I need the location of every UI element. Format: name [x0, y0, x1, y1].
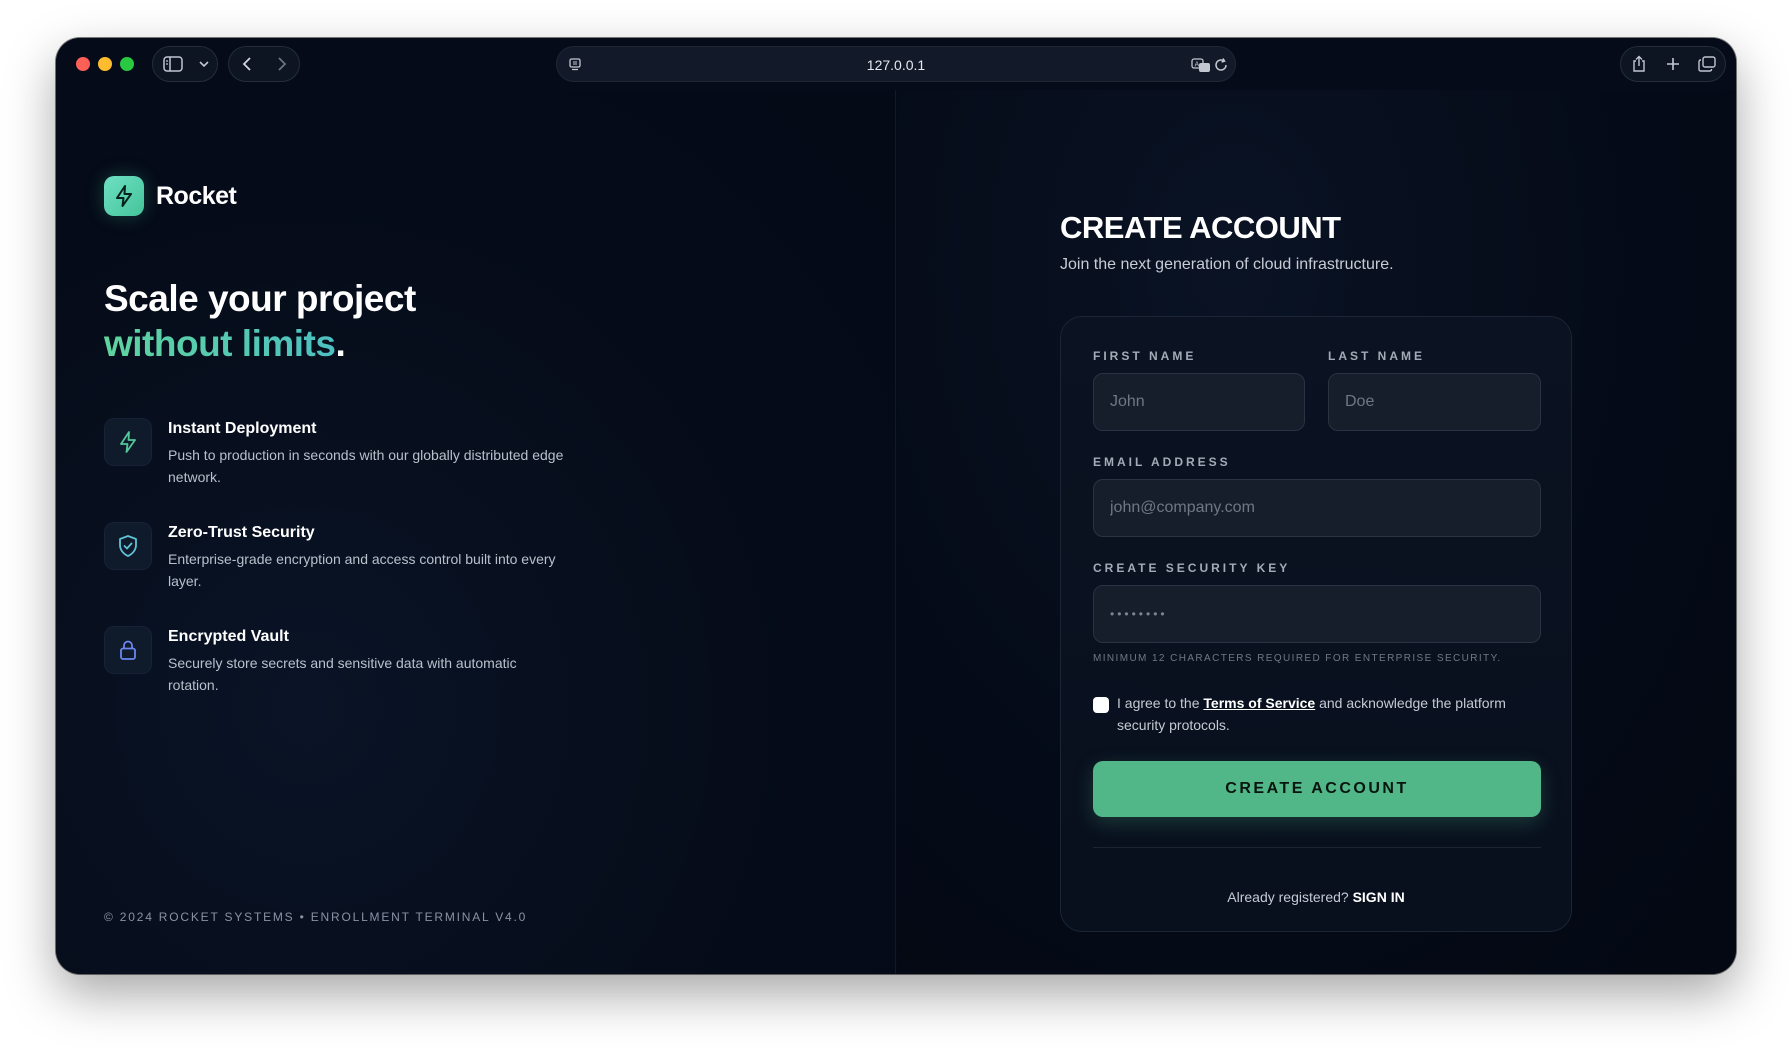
- chevron-left-icon[interactable]: [229, 46, 264, 82]
- brand-name[interactable]: Rocket: [156, 182, 237, 211]
- feature-title: Encrypted Vault: [168, 628, 289, 645]
- navigation-group: [228, 46, 300, 82]
- signin-prompt-text: Already registered?: [1227, 889, 1353, 905]
- security-key-hint: MINIMUM 12 CHARACTERS REQUIRED FOR ENTER…: [1093, 653, 1502, 664]
- security-key-label: CREATE SECURITY KEY: [1093, 561, 1291, 575]
- first-name-label: FIRST NAME: [1093, 349, 1197, 363]
- window-actions-group: [1620, 46, 1726, 82]
- form-subtitle: Join the next generation of cloud infras…: [1060, 256, 1394, 273]
- page-content: Rocket Scale your project without limits…: [56, 90, 1736, 974]
- rocket-logo[interactable]: [104, 176, 144, 216]
- reload-icon[interactable]: [1213, 57, 1229, 78]
- address-bar[interactable]: 127.0.0.1 A: [556, 46, 1236, 82]
- feature-title: Zero-Trust Security: [168, 524, 315, 541]
- close-window-button[interactable]: [76, 57, 90, 71]
- email-label: EMAIL ADDRESS: [1093, 455, 1231, 469]
- signin-prompt: Already registered? SIGN IN: [1061, 889, 1571, 905]
- first-name-input[interactable]: [1093, 373, 1305, 431]
- chevron-right-icon[interactable]: [264, 46, 299, 82]
- minimize-window-button[interactable]: [98, 57, 112, 71]
- chevron-down-icon[interactable]: [193, 46, 215, 82]
- shield-check-icon: [104, 522, 152, 570]
- last-name-label: LAST NAME: [1328, 349, 1425, 363]
- feature-title: Instant Deployment: [168, 420, 317, 437]
- zoom-window-button[interactable]: [120, 57, 134, 71]
- last-name-input[interactable]: [1328, 373, 1541, 431]
- sidebar-icon[interactable]: [153, 46, 193, 82]
- lock-icon: [104, 626, 152, 674]
- plus-icon[interactable]: [1656, 46, 1689, 82]
- browser-titlebar: 127.0.0.1 A: [56, 38, 1736, 90]
- share-icon[interactable]: [1621, 46, 1656, 82]
- signup-form-card: FIRST NAME LAST NAME EMAIL ADDRESS CREAT…: [1060, 316, 1572, 932]
- marketing-panel: Rocket Scale your project without limits…: [56, 90, 896, 974]
- hero-period: .: [335, 323, 346, 364]
- hero-title-line1: Scale your project: [104, 278, 416, 319]
- lightning-icon: [116, 185, 132, 207]
- feature-description: Enterprise-grade encryption and access c…: [168, 551, 556, 589]
- form-title: CREATE ACCOUNT: [1060, 210, 1341, 245]
- footer-copyright: © 2024 ROCKET SYSTEMS • ENROLLMENT TERMI…: [104, 910, 528, 924]
- email-input[interactable]: [1093, 479, 1541, 537]
- create-account-button[interactable]: CREATE ACCOUNT: [1093, 761, 1541, 817]
- feature-description: Push to production in seconds with our g…: [168, 447, 564, 485]
- hero-highlight: without limits: [104, 323, 336, 364]
- translate-icon[interactable]: A: [1191, 57, 1211, 78]
- security-key-input[interactable]: [1093, 585, 1541, 643]
- terms-prefix: I agree to the: [1117, 695, 1204, 711]
- terms-agreement-text: I agree to the Terms of Service and ackn…: [1117, 692, 1537, 736]
- sign-in-link[interactable]: SIGN IN: [1353, 889, 1405, 905]
- hero-title-line2: without limits.: [104, 323, 346, 365]
- feature-description: Securely store secrets and sensitive dat…: [168, 655, 517, 693]
- terms-of-service-link[interactable]: Terms of Service: [1203, 695, 1315, 711]
- tabs-overview-icon[interactable]: [1690, 46, 1725, 82]
- terms-checkbox[interactable]: [1093, 697, 1109, 713]
- svg-text:A: A: [1195, 61, 1200, 69]
- sidebar-toggle-group: [152, 46, 218, 82]
- lightning-icon: [104, 418, 152, 466]
- browser-window: 127.0.0.1 A Rocket Scale your project wi…: [56, 38, 1736, 974]
- url-text: 127.0.0.1: [866, 57, 926, 73]
- form-divider: [1093, 847, 1541, 848]
